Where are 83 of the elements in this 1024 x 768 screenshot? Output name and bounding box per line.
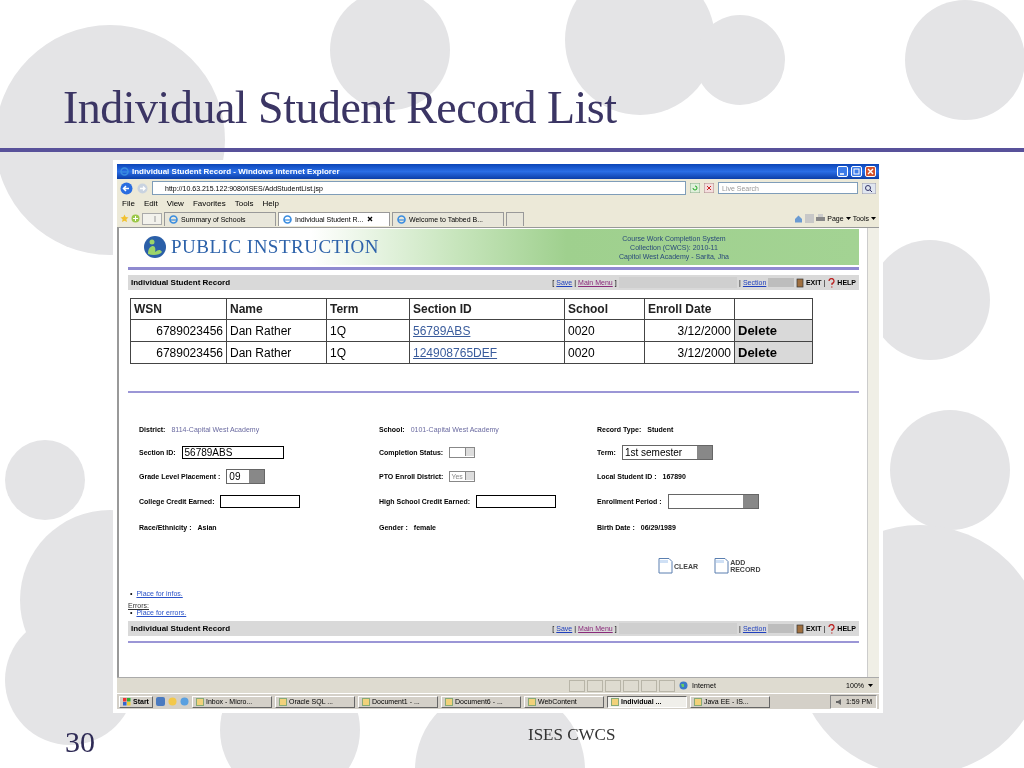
input-field[interactable] <box>220 494 301 508</box>
globe-icon <box>679 681 689 690</box>
column-header: Section ID <box>409 298 565 320</box>
menu-item[interactable]: Help <box>262 199 279 208</box>
table-cell: 1Q <box>326 319 410 342</box>
slide-title: Individual Student Record List <box>62 81 618 133</box>
caret-icon <box>845 216 851 221</box>
close-button[interactable] <box>865 166 876 177</box>
table-cell: 3/12/2000 <box>644 341 735 364</box>
menu-item[interactable]: File <box>122 199 135 208</box>
bar-title: Individual Student Record <box>131 624 232 633</box>
table-cell: Dan Rather <box>226 319 327 342</box>
column-header: Term <box>326 298 410 320</box>
window-icon <box>527 697 536 706</box>
browser-icon <box>283 214 292 224</box>
section-field <box>768 278 794 287</box>
window-icon <box>610 697 619 706</box>
minimize-button[interactable] <box>837 166 848 177</box>
menu-item[interactable]: View <box>166 199 184 208</box>
new-tab[interactable] <box>506 211 524 226</box>
search-icon[interactable] <box>862 182 876 194</box>
window-icon <box>693 697 702 706</box>
table-cell: 0020 <box>564 319 645 342</box>
table-cell: 3/12/2000 <box>644 319 735 342</box>
document-icon <box>658 558 673 574</box>
section-id-link[interactable]: 124908765DEF <box>413 345 498 360</box>
logo-text: PUBLIC INSTRUCTION <box>171 236 379 258</box>
column-header: School <box>564 298 645 320</box>
document-icon <box>714 558 730 574</box>
door-icon[interactable] <box>795 277 804 288</box>
combo-box[interactable]: 09 <box>226 468 266 484</box>
question-icon[interactable] <box>827 623 836 634</box>
home-icon[interactable] <box>794 214 804 223</box>
speaker-icon <box>834 697 843 706</box>
window-icon <box>361 697 370 706</box>
window-title: Individual Student Record - Windows Internet Explorer <box>132 167 341 176</box>
menu-item[interactable]: Tools <box>234 199 254 208</box>
question-icon[interactable] <box>827 277 836 288</box>
section-field <box>768 624 794 633</box>
dropdown[interactable] <box>449 446 476 458</box>
maximize-button[interactable] <box>851 166 862 177</box>
browser-icon <box>120 167 129 176</box>
section-id-link[interactable]: 56789ABS <box>413 323 471 338</box>
status-pane <box>623 679 640 692</box>
printer-icon[interactable] <box>816 214 826 223</box>
star-icon[interactable] <box>120 214 129 223</box>
slide-footer: ISES CWCS <box>528 725 616 759</box>
column-header: Name <box>226 298 327 320</box>
status-pane <box>569 679 586 692</box>
close-icon[interactable] <box>366 216 373 222</box>
back-icon[interactable] <box>120 181 133 195</box>
status-pane <box>605 679 622 692</box>
stop-icon[interactable] <box>704 183 714 193</box>
window-icon <box>278 697 287 706</box>
table-cell: 0020 <box>564 341 645 364</box>
input-field[interactable]: 56789ABS <box>181 445 284 459</box>
bar-title: Individual Student Record <box>131 278 232 287</box>
menu-item[interactable]: Edit <box>143 199 158 208</box>
status-pane <box>641 679 658 692</box>
logo-icon <box>143 235 167 259</box>
input-field[interactable] <box>476 494 556 508</box>
column-header: Enroll Date <box>644 298 735 320</box>
close-icon <box>867 168 874 175</box>
windows-flag-icon <box>123 697 131 706</box>
menu-item[interactable]: Favorites <box>192 199 226 208</box>
table-cell: Dan Rather <box>226 341 327 364</box>
slide-number: 30 <box>65 725 95 759</box>
maximize-icon <box>853 168 860 175</box>
combo-box[interactable] <box>667 493 759 509</box>
status-pane <box>659 679 676 692</box>
window-icon <box>444 697 453 706</box>
caret-icon <box>868 683 873 688</box>
table-cell: 6789023456 <box>130 319 227 342</box>
table-cell: 6789023456 <box>130 341 227 364</box>
browser-icon <box>397 214 406 224</box>
column-header: WSN <box>130 298 227 320</box>
caret-icon <box>871 216 876 221</box>
door-icon[interactable] <box>795 623 804 634</box>
table-cell: 1Q <box>326 341 410 364</box>
status-pane <box>587 679 604 692</box>
window-icon <box>195 697 204 706</box>
browser-icon <box>169 214 178 224</box>
combo-box[interactable]: 1st semester <box>621 444 713 460</box>
